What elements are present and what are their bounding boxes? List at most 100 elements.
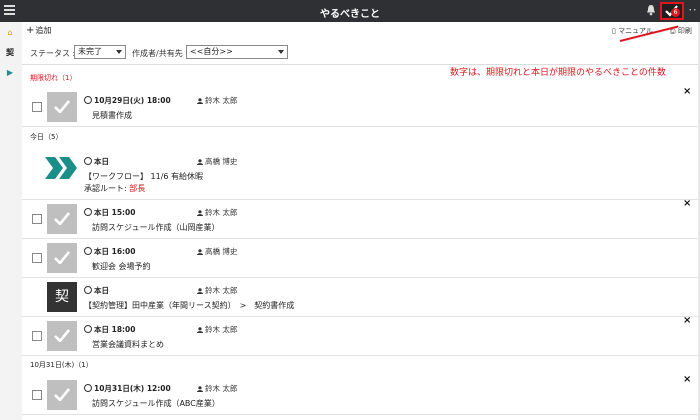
clock-icon bbox=[84, 157, 92, 165]
route-label: 承認ルート: bbox=[84, 184, 130, 193]
todo-item[interactable]: 本日 高橋 博史 【ワークフロー】 11/6 有給休暇 承認ルート: 部長 bbox=[22, 149, 698, 200]
check-icon bbox=[54, 329, 70, 342]
status-value: 未完了 bbox=[78, 47, 102, 56]
todo-item[interactable]: 10月31日(木) 12:00 鈴木 太郎 訪問スケジュール作成（ABC産業） … bbox=[22, 374, 698, 415]
todo-title[interactable]: 【ワークフロー】 11/6 有給休暇 bbox=[84, 171, 203, 182]
close-icon[interactable]: × bbox=[683, 315, 691, 326]
left-nav: ⌂ 契 ▶ bbox=[0, 22, 23, 420]
person-icon bbox=[197, 327, 203, 333]
todo-checkbox[interactable] bbox=[32, 214, 42, 224]
creator-select[interactable]: <<自分>> bbox=[186, 45, 288, 59]
todo-thumb bbox=[47, 243, 77, 273]
todo-owner-text: 鈴木 太郎 bbox=[205, 96, 238, 105]
todo-item[interactable]: 契 本日 鈴木 太郎 【契約管理】田中産業（年間リース契約） > 契約書作成 bbox=[22, 278, 698, 317]
todo-thumb bbox=[47, 204, 77, 234]
todo-title[interactable]: 見積書作成 bbox=[92, 110, 132, 121]
todo-item[interactable]: 10月29日(火) 18:00 鈴木 太郎 見積書作成 × bbox=[22, 86, 698, 127]
plus-icon: + bbox=[26, 25, 35, 36]
workflow-nav-icon[interactable]: ▶ bbox=[2, 66, 18, 80]
contract-nav-icon[interactable]: 契 bbox=[2, 46, 18, 60]
todo-checkbox[interactable] bbox=[32, 390, 42, 400]
todo-due: 本日 bbox=[84, 285, 109, 296]
todo-checkbox[interactable] bbox=[32, 331, 42, 341]
todo-owner-text: 鈴木 太郎 bbox=[205, 325, 238, 334]
workflow-thumb bbox=[45, 153, 77, 183]
contract-badge: 契 bbox=[47, 282, 77, 312]
todo-title[interactable]: 営業会議資料まとめ bbox=[92, 339, 164, 350]
todo-owner: 鈴木 太郎 bbox=[197, 324, 237, 335]
home-icon[interactable]: ⌂ bbox=[2, 26, 18, 40]
person-icon bbox=[197, 210, 203, 216]
todo-title[interactable]: 訪問スケジュール作成（山岡産業） bbox=[92, 222, 219, 233]
todo-checkbox[interactable] bbox=[32, 102, 42, 112]
todo-due: 本日 15:00 bbox=[84, 207, 135, 218]
todo-thumb bbox=[47, 380, 77, 410]
todo-title[interactable]: 訪問スケジュール作成（ABC産業） bbox=[92, 398, 220, 409]
todo-item[interactable]: 本日 15:00 鈴木 太郎 訪問スケジュール作成（山岡産業） × bbox=[22, 198, 698, 239]
todo-button[interactable]: 6 bbox=[660, 2, 684, 20]
status-label: ステータス : bbox=[30, 49, 76, 58]
todo-thumb bbox=[47, 92, 77, 122]
check-icon bbox=[54, 251, 70, 264]
section-overdue: 期限切れ（1） bbox=[30, 74, 77, 82]
todo-due-text: 10月31日(木) 12:00 bbox=[94, 384, 171, 393]
todo-owner: 鈴木 太郎 bbox=[197, 383, 237, 394]
person-icon bbox=[197, 98, 203, 104]
todo-panel: +追加 ▯ マニュアル ⎙ 印刷 ステータス : 未完了 作成者/共有先 : <… bbox=[22, 22, 698, 420]
todo-checkbox[interactable] bbox=[32, 253, 42, 263]
clock-icon bbox=[84, 286, 92, 294]
todo-due: 本日 18:00 bbox=[84, 324, 135, 335]
section-today: 今日（5） bbox=[30, 133, 63, 141]
route-value: 部長 bbox=[129, 184, 146, 193]
todo-owner: 鈴木 太郎 bbox=[197, 207, 237, 218]
todo-due-text: 本日 bbox=[94, 286, 109, 295]
toolbar: +追加 ▯ マニュアル ⎙ 印刷 bbox=[22, 22, 698, 38]
check-icon bbox=[54, 212, 70, 225]
todo-owner-text: 鈴木 太郎 bbox=[205, 384, 238, 393]
clock-icon bbox=[84, 208, 92, 216]
todo-owner: 鈴木 太郎 bbox=[197, 95, 237, 106]
creator-label: 作成者/共有先 : bbox=[132, 49, 188, 58]
todo-thumb bbox=[47, 321, 77, 351]
close-icon[interactable]: × bbox=[683, 374, 691, 385]
check-icon bbox=[54, 100, 70, 113]
creator-value: <<自分>> bbox=[190, 47, 233, 56]
clock-icon bbox=[84, 96, 92, 104]
section-oct31: 10月31日(木)（1） bbox=[30, 361, 93, 369]
todo-owner: 高橋 博史 bbox=[197, 246, 237, 257]
todo-due-text: 本日 bbox=[94, 157, 109, 166]
todo-owner: 高橋 博史 bbox=[197, 156, 237, 167]
todo-item[interactable]: 本日 16:00 高橋 博史 歓迎会 会場予約 bbox=[22, 239, 698, 278]
todo-due-text: 本日 18:00 bbox=[94, 325, 136, 334]
check-icon bbox=[54, 388, 70, 401]
todo-owner-text: 鈴木 太郎 bbox=[205, 286, 238, 295]
clock-icon bbox=[84, 325, 92, 333]
bell-icon[interactable] bbox=[646, 4, 656, 16]
top-bar: やるべきこと 6 ･･ bbox=[0, 0, 700, 22]
more-icon[interactable]: ･･ bbox=[688, 3, 697, 16]
chevron-down-icon bbox=[278, 50, 284, 54]
todo-item[interactable]: 本日 18:00 鈴木 太郎 営業会議資料まとめ × bbox=[22, 315, 698, 356]
todo-title[interactable]: 歓迎会 会場予約 bbox=[92, 261, 151, 272]
close-icon[interactable]: × bbox=[683, 86, 691, 97]
todo-due: 10月31日(木) 12:00 bbox=[84, 383, 171, 394]
clock-icon bbox=[84, 384, 92, 392]
close-icon[interactable]: × bbox=[683, 198, 691, 209]
todo-count-badge: 6 bbox=[671, 8, 680, 17]
todo-owner-text: 高橋 博史 bbox=[205, 247, 238, 256]
workflow-arrow-icon bbox=[45, 157, 77, 179]
person-icon bbox=[197, 159, 203, 165]
add-button[interactable]: +追加 bbox=[26, 25, 51, 36]
status-select[interactable]: 未完了 bbox=[74, 45, 126, 59]
chevron-down-icon bbox=[116, 50, 122, 54]
add-label: 追加 bbox=[35, 26, 52, 35]
todo-due: 10月29日(火) 18:00 bbox=[84, 95, 171, 106]
todo-title[interactable]: 【契約管理】田中産業（年間リース契約） > 契約書作成 bbox=[84, 300, 294, 311]
app-title: やるべきこと bbox=[320, 9, 380, 20]
person-icon bbox=[197, 249, 203, 255]
todo-due-text: 本日 15:00 bbox=[94, 208, 136, 217]
filter-bar: ステータス : 未完了 作成者/共有先 : <<自分>> 数字は、期限切れと本日… bbox=[22, 40, 698, 78]
todo-due: 本日 16:00 bbox=[84, 246, 135, 257]
clock-icon bbox=[84, 247, 92, 255]
todo-due: 本日 bbox=[84, 156, 109, 167]
